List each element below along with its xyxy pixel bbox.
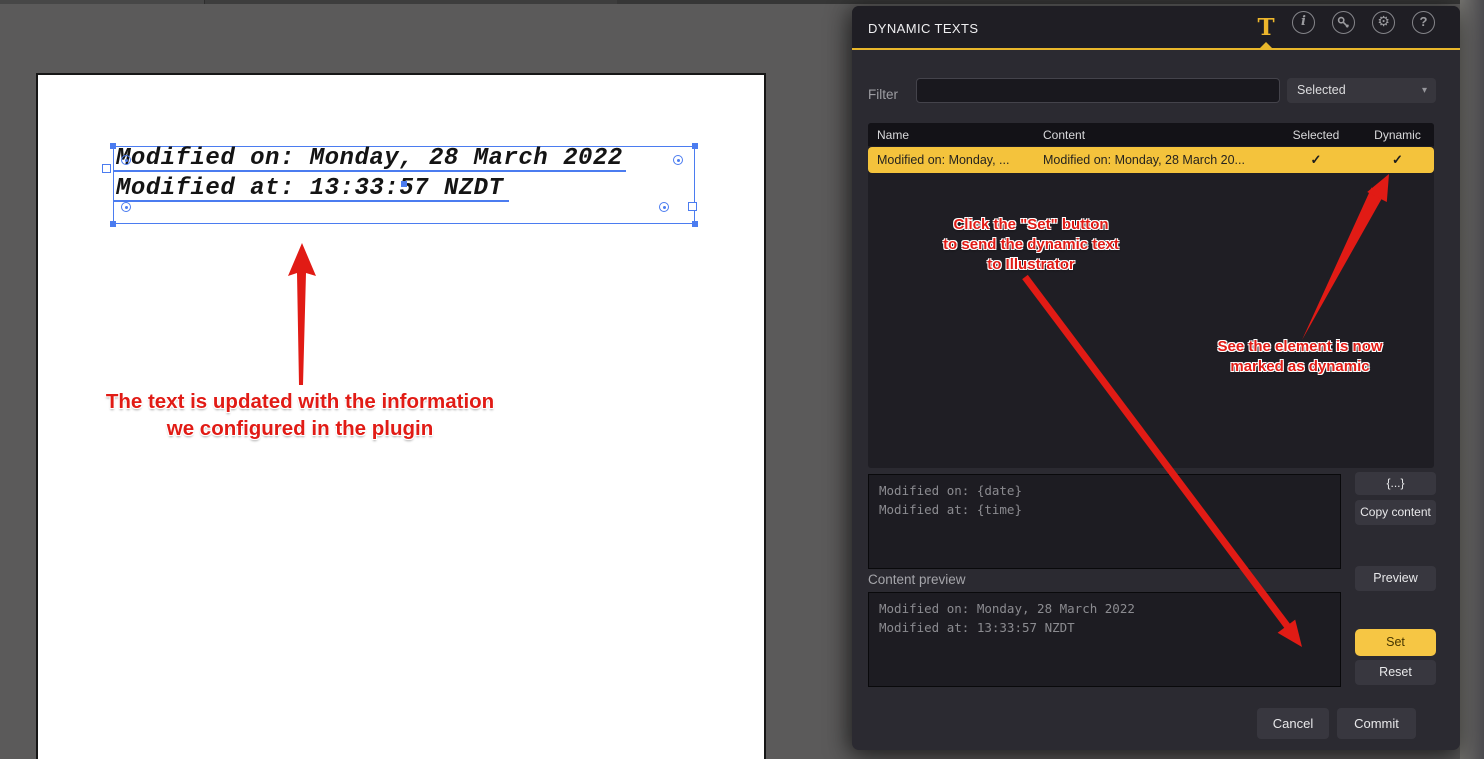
column-header-dynamic: Dynamic	[1361, 128, 1434, 142]
row-selected-check-icon: ✓	[1271, 152, 1361, 168]
dynamic-text-marker-icon	[121, 202, 131, 212]
tab-dynamic-texts[interactable]: T	[1251, 13, 1281, 43]
insert-token-button[interactable]: {...}	[1355, 472, 1436, 495]
column-header-content: Content	[1031, 128, 1271, 142]
dynamic-text-marker-icon	[673, 155, 683, 165]
dynamic-texts-panel: DYNAMIC TEXTS T Cancel Commit Filter Sel…	[852, 6, 1460, 750]
dynamic-texts-list: Name Content Selected Dynamic Modified o…	[868, 123, 1434, 468]
commit-button[interactable]: Commit	[1337, 708, 1416, 739]
filter-input[interactable]	[916, 78, 1280, 103]
window-right-edge	[1460, 0, 1484, 759]
set-button-annotation: Click the "Set" button to send the dynam…	[900, 215, 1162, 275]
key-icon[interactable]	[1332, 11, 1355, 34]
gear-icon[interactable]: ⚙	[1372, 11, 1395, 34]
canvas-annotation-line2: we configured in the plugin	[85, 415, 515, 442]
selection-handle-bottom-left[interactable]	[110, 221, 116, 227]
info-icon[interactable]: i	[1292, 11, 1315, 34]
chevron-down-icon: ▾	[1422, 78, 1427, 103]
selection-center-point	[401, 181, 407, 187]
key-icon-glyph	[1334, 13, 1354, 33]
filter-scope-value: Selected	[1297, 83, 1346, 97]
canvas-annotation: The text is updated with the information…	[85, 388, 515, 442]
dynamic-content-editor[interactable]: Modified on: {date} Modified at: {time}	[868, 474, 1341, 569]
row-name: Modified on: Monday, ...	[868, 153, 1031, 167]
set-annotation-line1: Click the "Set" button	[900, 215, 1162, 235]
dynamic-text-marker-icon	[121, 155, 131, 165]
copy-content-button[interactable]: Copy content	[1355, 500, 1436, 525]
canvas-annotation-line1: The text is updated with the information	[85, 388, 515, 415]
dynamic-annotation-line1: See the element is now	[1169, 337, 1431, 357]
set-annotation-line2: to send the dynamic text	[900, 235, 1162, 255]
set-button[interactable]: Set	[1355, 629, 1436, 656]
reset-button[interactable]: Reset	[1355, 660, 1436, 685]
dynamic-annotation-line2: marked as dynamic	[1169, 357, 1431, 377]
selection-handle-bottom-right[interactable]	[692, 221, 698, 227]
list-header-row: Name Content Selected Dynamic	[868, 123, 1434, 146]
selection-handle-top-right[interactable]	[692, 143, 698, 149]
preview-button[interactable]: Preview	[1355, 566, 1436, 591]
dynamic-text-marker-icon	[659, 202, 669, 212]
content-preview-label: Content preview	[868, 572, 966, 587]
filter-scope-dropdown[interactable]: Selected ▾	[1287, 78, 1436, 103]
text-in-port[interactable]	[102, 164, 111, 173]
help-icon[interactable]: ?	[1412, 11, 1435, 34]
text-out-port[interactable]	[688, 202, 697, 211]
content-preview-box: Modified on: Monday, 28 March 2022 Modif…	[868, 592, 1341, 687]
column-header-selected: Selected	[1271, 128, 1361, 142]
table-row[interactable]: Modified on: Monday, ... Modified on: Mo…	[868, 147, 1434, 173]
column-header-name: Name	[868, 128, 1031, 142]
window-top-strip-segment	[617, 0, 1484, 4]
selection-handle-top-left[interactable]	[110, 143, 116, 149]
row-dynamic-check-icon: ✓	[1361, 152, 1434, 168]
cancel-button[interactable]: Cancel	[1257, 708, 1329, 739]
filter-label: Filter	[868, 87, 898, 102]
dynamic-mark-annotation: See the element is now marked as dynamic	[1169, 337, 1431, 377]
selection-underline	[113, 200, 509, 202]
set-annotation-line3: to Illustrator	[900, 255, 1162, 275]
selection-underline	[113, 170, 626, 172]
row-content: Modified on: Monday, 28 March 20...	[1031, 153, 1271, 167]
panel-title: DYNAMIC TEXTS	[868, 21, 978, 36]
active-tab-pointer	[1258, 42, 1274, 50]
window-top-strip-segment	[0, 0, 205, 4]
